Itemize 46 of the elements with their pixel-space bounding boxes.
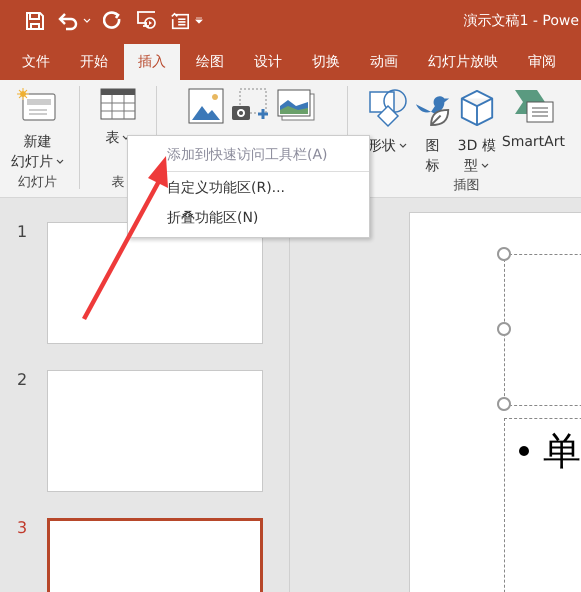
picture-icon[interactable] [188,88,224,124]
ribbon-tab[interactable]: 文件 [8,44,64,80]
content-placeholder[interactable]: 单 [504,418,581,592]
slide-thumbnail[interactable] [47,370,263,492]
ribbon-button-label[interactable]: 3D 模 [458,136,496,156]
ribbon-button-label[interactable]: 形状 [368,136,408,156]
customize-caret-icon[interactable] [195,17,203,25]
slideshow-icon[interactable] [135,10,157,32]
ribbon-button-label[interactable]: 新建 [23,132,52,152]
caret-icon[interactable] [481,163,490,169]
group-label: 表 [111,174,124,192]
window-title: 演示文稿1 - Powe [464,12,580,30]
save-icon[interactable] [25,11,45,31]
bullet-text: 单 [543,428,581,475]
shapes-icon[interactable] [368,88,408,128]
ribbon-button-label[interactable]: 幻灯片 [10,152,64,172]
menu-item[interactable]: 折叠功能区(N) [128,203,369,233]
caret-icon[interactable] [56,159,64,165]
ribbon-tab[interactable]: 切换 [298,44,354,80]
ribbon-tab[interactable]: 设计 [240,44,296,80]
resize-handle[interactable] [497,247,511,261]
slide-number: 3 [16,518,28,537]
ribbon-tab[interactable]: 绘图 [182,44,238,80]
menu-item[interactable]: 自定义功能区(R)... [128,173,369,203]
undo-icon[interactable] [57,11,79,31]
ribbon-button-label[interactable]: 型 [464,156,490,176]
resize-handle[interactable] [497,397,511,411]
resize-handle[interactable] [497,322,511,336]
ribbon-button-label[interactable]: SmartArt [502,132,565,152]
ribbon-tab[interactable]: 插入 [124,44,180,80]
ribbon-button-label[interactable]: 图 [426,136,440,156]
ribbon-tab[interactable]: 幻灯片放映 [414,44,512,80]
ribbon-tab[interactable]: 开始 [66,44,122,80]
slide-number: 2 [16,370,28,389]
slide-number: 1 [16,222,28,241]
slide-thumbnail[interactable] [47,222,263,344]
redo-icon[interactable] [103,11,123,31]
table-icon[interactable] [100,88,136,120]
ribbon-button-label[interactable]: 标 [426,156,440,176]
document-icon[interactable] [169,11,191,31]
bullet-icon [519,446,529,456]
caret-icon[interactable] [399,143,408,149]
ribbon-tab[interactable]: 审阅 [514,44,570,80]
ribbon-tab[interactable]: 动画 [356,44,412,80]
group-label: 插图 [453,177,480,195]
group-label: 幻灯片 [18,174,57,192]
